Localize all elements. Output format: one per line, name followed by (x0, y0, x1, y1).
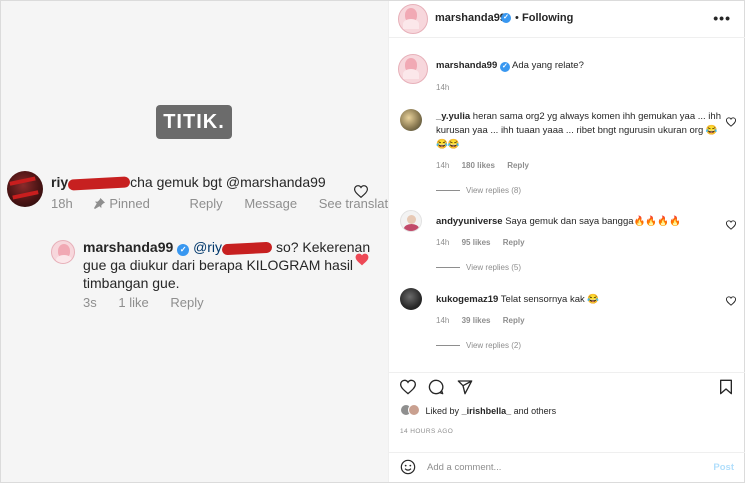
comment-likes[interactable]: 95 likes (462, 238, 491, 247)
heart-icon[interactable] (400, 379, 416, 395)
view-replies-button[interactable]: View replies (2) (436, 341, 521, 350)
caption-username[interactable]: marshanda99 (436, 60, 497, 71)
caption-time: 14h (436, 83, 450, 92)
liked-by-user[interactable]: _irishbella_ (462, 406, 512, 416)
verified-icon: ✓ (501, 13, 511, 23)
verified-icon: ✓ (499, 62, 510, 72)
comment-text: andyyuniverse Saya gemuk dan saya bangga… (436, 215, 726, 229)
avatar[interactable] (398, 54, 428, 84)
comment-meta: 14h 39 likes Reply (436, 316, 535, 325)
reply-comment: marshanda99 ✓ @riy so? Kekerenan gue ga … (51, 235, 381, 315)
reply-time: 3s (83, 295, 97, 310)
post-timestamp: 14 HOURS AGO (400, 428, 454, 435)
heart-icon[interactable] (726, 220, 736, 230)
reply-username: marshanda99 (83, 239, 174, 255)
avatar[interactable] (400, 109, 422, 131)
view-replies-button[interactable]: View replies (5) (436, 263, 521, 272)
comment-text: kukogemaz19 Telat sensornya kak 😂 (436, 293, 726, 307)
heart-icon[interactable] (355, 253, 369, 266)
verified-icon: ✓ (177, 244, 190, 256)
avatar[interactable] (400, 288, 422, 310)
caption-text: marshanda99 ✓ Ada yang relate? (436, 59, 726, 73)
reply-button[interactable]: Reply (507, 161, 529, 170)
smile-icon[interactable] (400, 459, 416, 475)
reply-meta: 3s 1 like Reply (83, 295, 222, 310)
comment-text: _y.yulia heran sama org2 yg always komen… (436, 110, 726, 152)
header-separator: • (515, 12, 519, 24)
more-icon[interactable]: ••• (713, 10, 731, 26)
comment-meta: 14h 95 likes Reply (436, 238, 535, 247)
post-sidebar: marshanda99 ✓ • Following ••• marshanda9… (388, 1, 745, 482)
following-button[interactable]: Following (522, 12, 573, 24)
avatar (408, 404, 420, 416)
reply-mention-tail: so? (275, 239, 299, 255)
reply-likes[interactable]: 1 like (118, 295, 148, 310)
redaction-mark (67, 176, 131, 191)
post-header: marshanda99 ✓ • Following ••• (389, 1, 745, 38)
commenter-username: riy (51, 174, 69, 190)
comment-username[interactable]: kukogemaz19 (436, 294, 498, 305)
comment-likes[interactable]: 39 likes (462, 316, 491, 325)
comment-body: heran sama org2 yg always komen ihh gemu… (436, 111, 721, 150)
comment-likes[interactable]: 180 likes (462, 161, 495, 170)
pinned-label: Pinned (94, 196, 167, 211)
comment-username[interactable]: _y.yulia (436, 111, 470, 122)
commenter-avatar (7, 171, 43, 207)
caption-body: Ada yang relate? (512, 60, 584, 71)
reply-button[interactable]: Reply (503, 238, 525, 247)
comment-mention: @marshanda99 (225, 174, 326, 190)
reply-button[interactable]: Reply (189, 196, 222, 211)
pin-icon (94, 198, 106, 209)
liked-by-prefix: Liked by (425, 406, 460, 416)
reply-mention: @riy (193, 239, 223, 255)
comment-time: 14h (436, 161, 450, 170)
comment-icon[interactable] (428, 379, 444, 395)
comment-time: 14h (436, 238, 450, 247)
avatar[interactable] (398, 4, 428, 34)
comment-body: Telat sensornya kak 😂 (500, 294, 600, 305)
comment-username[interactable]: andyyuniverse (436, 216, 503, 227)
post-button[interactable]: Post (713, 462, 734, 473)
see-translation-button[interactable]: See translation (319, 196, 388, 211)
pinned-comment-text: riy cha gemuk bgt @marshanda99 (51, 174, 326, 191)
overlay-caption: TITIK. (156, 105, 232, 139)
bookmark-icon[interactable] (718, 379, 734, 395)
comment-time: 18h (51, 196, 73, 211)
redaction-mark (221, 241, 273, 256)
comment-time: 14h (436, 316, 450, 325)
view-replies-button[interactable]: View replies (8) (436, 186, 521, 195)
reply-button[interactable]: Reply (503, 316, 525, 325)
pinned-comment: riy cha gemuk bgt @marshanda99 18h Pinned… (7, 166, 388, 216)
avatar[interactable] (400, 210, 422, 232)
pinned-comment-meta: 18h Pinned Reply Message See translation (51, 196, 388, 211)
comment-input[interactable]: Add a comment... (427, 462, 501, 473)
share-icon[interactable] (457, 379, 473, 395)
message-button[interactable]: Message (244, 196, 297, 211)
liked-by-suffix[interactable]: and others (514, 406, 557, 416)
reply-avatar (51, 240, 75, 264)
reply-button[interactable]: Reply (170, 295, 203, 310)
comment-body: Saya gemuk dan saya bangga🔥🔥🔥🔥 (505, 216, 681, 227)
heart-icon[interactable] (726, 296, 736, 306)
comment-body: gemuk bgt (156, 174, 222, 190)
reply-text: marshanda99 ✓ @riy so? Kekerenan gue ga … (83, 238, 373, 292)
comment-meta: 14h 180 likes Reply (436, 161, 539, 170)
post-actions (389, 372, 745, 398)
commenter-username-tail: cha (130, 174, 153, 190)
liked-by: Liked by _irishbella_ and others (400, 404, 556, 416)
add-comment-bar: Add a comment... Post (389, 452, 745, 482)
post-image: TITIK. riy cha gemuk bgt @marshanda99 18h… (1, 1, 388, 482)
heart-icon[interactable] (726, 117, 736, 127)
header-username[interactable]: marshanda99 (435, 12, 506, 24)
